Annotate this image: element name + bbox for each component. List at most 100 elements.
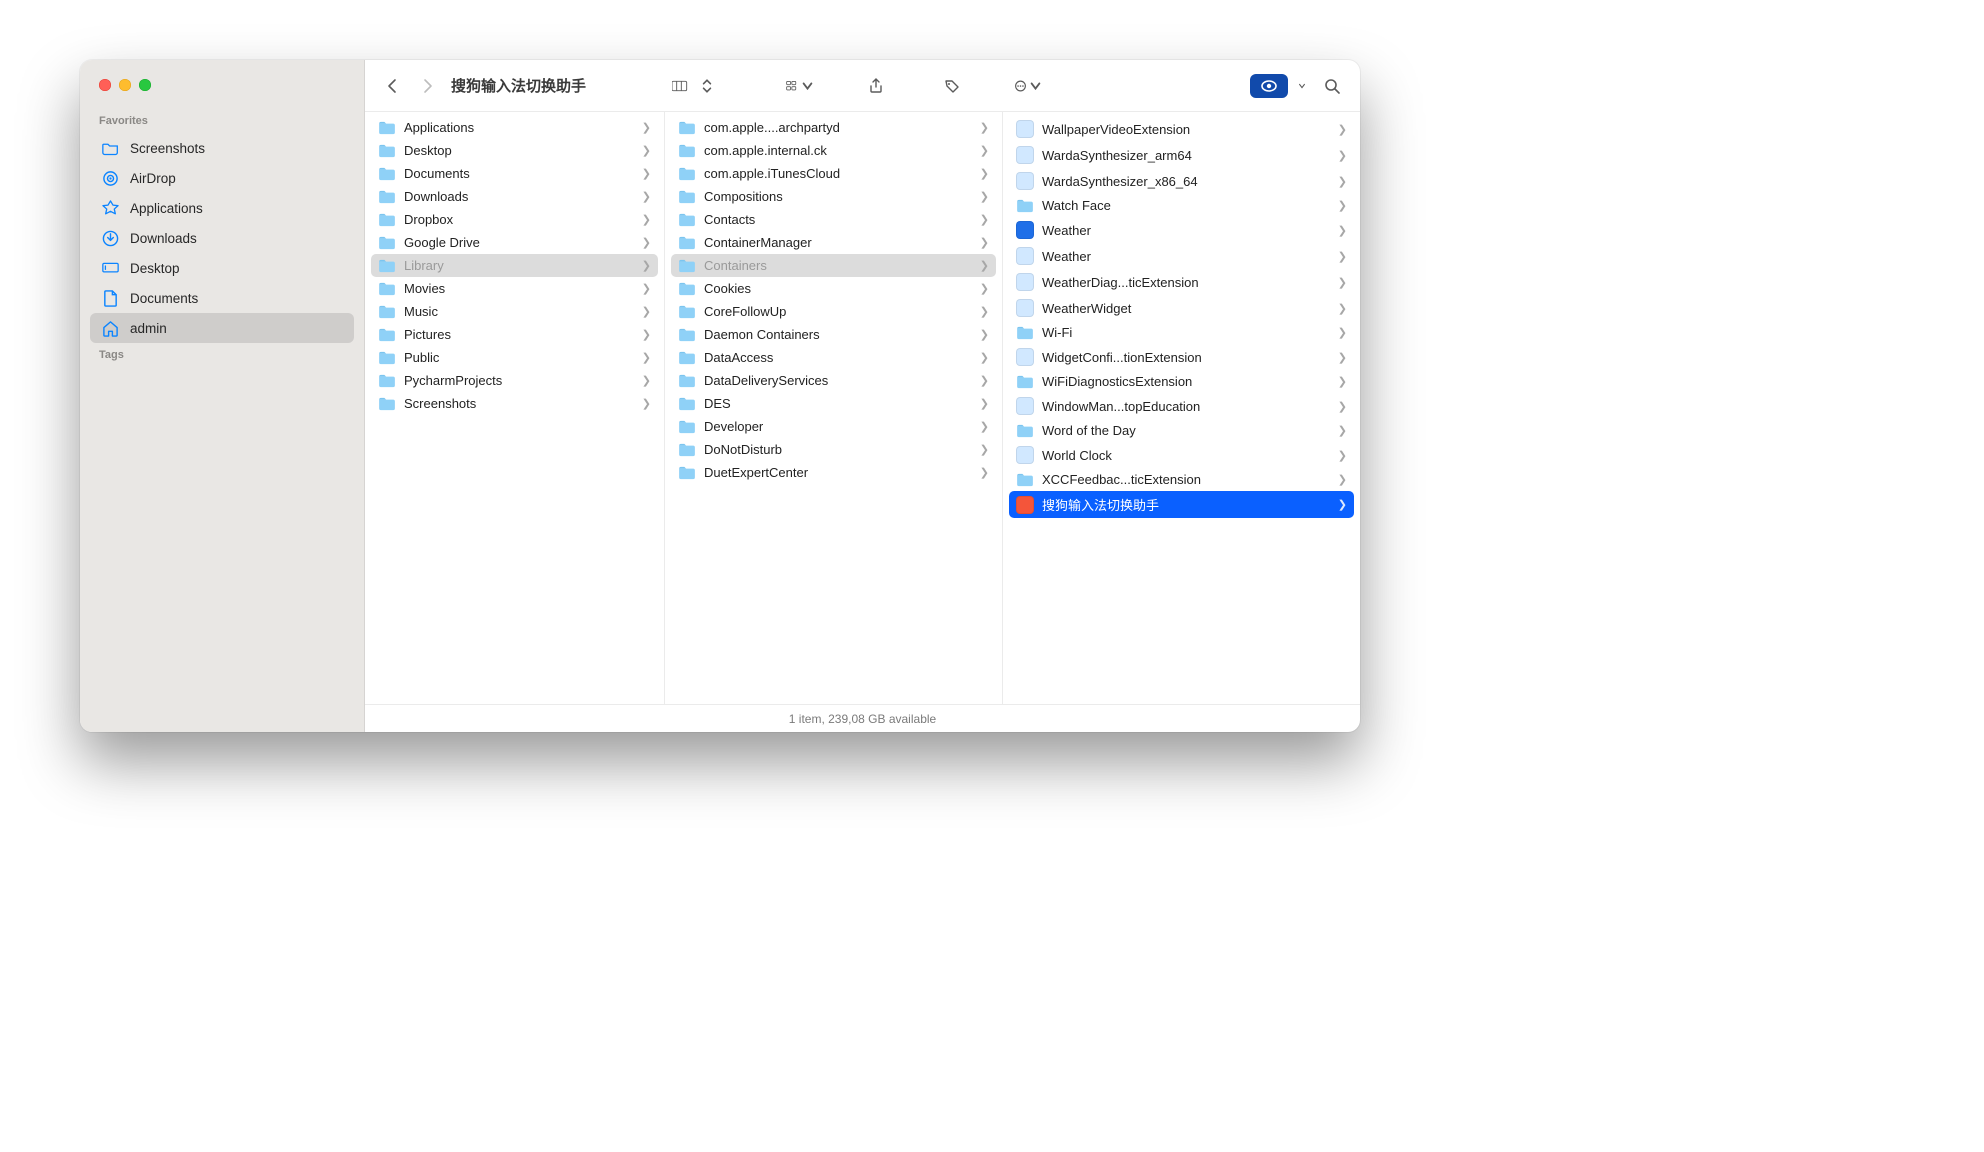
file-row[interactable]: Cookies❯ — [671, 277, 996, 300]
sidebar-item-label: Screenshots — [130, 141, 205, 156]
file-row[interactable]: PycharmProjects ❯ — [371, 369, 658, 392]
file-row[interactable]: com.apple.internal.ck❯ — [671, 139, 996, 162]
file-row[interactable]: WallpaperVideoExtension❯ — [1009, 116, 1354, 142]
back-button[interactable] — [379, 73, 407, 99]
view-columns-button[interactable] — [666, 73, 694, 99]
file-row[interactable]: Containers❯ — [671, 254, 996, 277]
file-row[interactable]: WiFiDiagnosticsExtension❯ — [1009, 370, 1354, 393]
file-name: World Clock — [1042, 448, 1330, 463]
download-icon — [100, 229, 120, 247]
file-row[interactable]: Google Drive❯ — [371, 231, 658, 254]
file-row[interactable]: WeatherDiag...ticExtension❯ — [1009, 269, 1354, 295]
file-row[interactable]: WardaSynthesizer_arm64❯ — [1009, 142, 1354, 168]
sidebar-item-downloads[interactable]: Downloads — [90, 223, 354, 253]
more-actions-button[interactable] — [1014, 73, 1042, 99]
preview-toggle-button[interactable] — [1250, 74, 1288, 98]
file-row[interactable]: Word of the Day❯ — [1009, 419, 1354, 442]
minimize-window-button[interactable] — [119, 79, 131, 91]
chevron-right-icon: ❯ — [980, 190, 989, 203]
file-name: DuetExpertCenter — [704, 465, 972, 480]
file-row[interactable]: Music❯ — [371, 300, 658, 323]
file-row[interactable]: ContainerManager❯ — [671, 231, 996, 254]
file-row[interactable]: Movies❯ — [371, 277, 658, 300]
zoom-window-button[interactable] — [139, 79, 151, 91]
file-row[interactable]: Developer❯ — [671, 415, 996, 438]
file-name: Music — [404, 304, 634, 319]
main-pane: 搜狗输入法切换助手 — [365, 60, 1360, 732]
column-3[interactable]: WallpaperVideoExtension❯WardaSynthesizer… — [1003, 112, 1360, 704]
folder-icon — [1016, 326, 1034, 340]
app-icon — [1016, 397, 1034, 415]
folder-icon — [100, 139, 120, 157]
folder-icon — [378, 397, 396, 411]
file-row[interactable]: CoreFollowUp❯ — [671, 300, 996, 323]
file-row[interactable]: Pictures❯ — [371, 323, 658, 346]
sidebar-item-documents[interactable]: Documents — [90, 283, 354, 313]
file-row[interactable]: DataDeliveryServices❯ — [671, 369, 996, 392]
file-row[interactable]: com.apple....archpartyd❯ — [671, 116, 996, 139]
file-row[interactable]: WidgetConfi...tionExtension ❯ — [1009, 344, 1354, 370]
file-name: PycharmProjects — [404, 373, 634, 388]
file-row[interactable]: WeatherWidget❯ — [1009, 295, 1354, 321]
close-window-button[interactable] — [99, 79, 111, 91]
file-name: com.apple....archpartyd — [704, 120, 972, 135]
search-button[interactable] — [1318, 73, 1346, 99]
file-row[interactable]: WardaSynthesizer_x86_64❯ — [1009, 168, 1354, 194]
file-row[interactable]: Screenshots❯ — [371, 392, 658, 415]
file-row[interactable]: Compositions❯ — [671, 185, 996, 208]
chevron-right-icon: ❯ — [642, 167, 651, 180]
file-row[interactable]: Desktop❯ — [371, 139, 658, 162]
chevron-right-icon: ❯ — [1338, 224, 1347, 237]
file-row[interactable]: DoNotDisturb❯ — [671, 438, 996, 461]
app-icon — [1016, 146, 1034, 164]
file-row[interactable]: Daemon Containers❯ — [671, 323, 996, 346]
chevron-right-icon: ❯ — [1338, 351, 1347, 364]
file-name: WeatherWidget — [1042, 301, 1330, 316]
status-bar: 1 item, 239,08 GB available — [365, 705, 1360, 732]
file-row[interactable]: DuetExpertCenter❯ — [671, 461, 996, 484]
file-row[interactable]: Public❯ — [371, 346, 658, 369]
file-row[interactable]: DataAccess❯ — [671, 346, 996, 369]
airdrop-icon — [100, 169, 120, 187]
sidebar-item-applications[interactable]: Applications — [90, 193, 354, 223]
share-button[interactable] — [862, 73, 890, 99]
group-by-button[interactable] — [786, 73, 814, 99]
file-row[interactable]: com.apple.iTunesCloud❯ — [671, 162, 996, 185]
file-row[interactable]: Downloads ❯ — [371, 185, 658, 208]
sidebar-item-desktop[interactable]: Desktop — [90, 253, 354, 283]
file-row[interactable]: Weather❯ — [1009, 217, 1354, 243]
app-icon — [1016, 273, 1034, 291]
folder-icon — [678, 121, 696, 135]
file-row[interactable]: WindowMan...topEducation❯ — [1009, 393, 1354, 419]
file-row[interactable]: Documents❯ — [371, 162, 658, 185]
file-row[interactable]: Wi-Fi❯ — [1009, 321, 1354, 344]
folder-icon — [678, 144, 696, 158]
file-row[interactable]: Library❯ — [371, 254, 658, 277]
file-row[interactable]: Watch Face❯ — [1009, 194, 1354, 217]
column-2[interactable]: com.apple....archpartyd❯com.apple.intern… — [665, 112, 1003, 704]
file-row[interactable]: Applications❯ — [371, 116, 658, 139]
sidebar-item-screenshots[interactable]: Screenshots — [90, 133, 354, 163]
file-name: Downloads — [404, 189, 634, 204]
file-name: DataDeliveryServices — [704, 373, 972, 388]
file-row[interactable]: Contacts❯ — [671, 208, 996, 231]
file-row[interactable]: Weather❯ — [1009, 243, 1354, 269]
sidebar-item-airdrop[interactable]: AirDrop — [90, 163, 354, 193]
tags-button[interactable] — [938, 73, 966, 99]
folder-icon — [678, 420, 696, 434]
chevron-right-icon: ❯ — [642, 190, 651, 203]
file-row[interactable]: DES❯ — [671, 392, 996, 415]
file-row[interactable]: XCCFeedbac...ticExtension❯ — [1009, 468, 1354, 491]
sidebar-item-admin[interactable]: admin — [90, 313, 354, 343]
file-row[interactable]: 搜狗输入法切换助手❯ — [1009, 491, 1354, 518]
folder-icon — [378, 190, 396, 204]
forward-button[interactable] — [413, 73, 441, 99]
file-name: WidgetConfi...tionExtension — [1042, 350, 1330, 365]
chevron-right-icon: ❯ — [1338, 375, 1347, 388]
file-row[interactable]: World Clock❯ — [1009, 442, 1354, 468]
chevron-right-icon: ❯ — [642, 374, 651, 387]
view-menu-caret[interactable] — [700, 73, 714, 99]
column-1[interactable]: Applications❯Desktop❯Documents❯Downloads… — [365, 112, 665, 704]
chevron-right-icon: ❯ — [980, 259, 989, 272]
file-row[interactable]: Dropbox❯ — [371, 208, 658, 231]
